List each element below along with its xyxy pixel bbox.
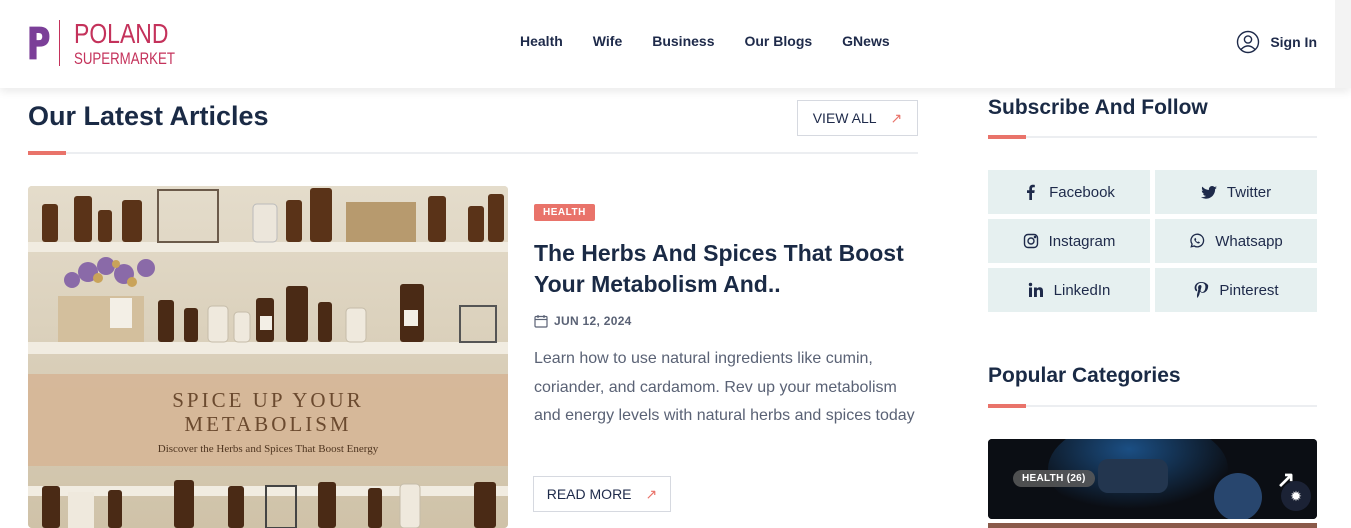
calendar-icon [534, 315, 548, 328]
category-card-health[interactable]: HEALTH (26) ↗ ✹ [988, 439, 1317, 519]
section-divider [28, 151, 918, 155]
linkedin-icon [1028, 282, 1043, 297]
read-more-button[interactable]: READ MORE ↗ [533, 476, 671, 512]
logo-line1: POLAND [73, 17, 169, 49]
article-category-badge[interactable]: HEALTH [534, 204, 595, 221]
social-whatsapp-button[interactable]: Whatsapp [1155, 219, 1317, 263]
social-label: Pinterest [1219, 281, 1279, 299]
logo-line2: SUPERMARKET [73, 48, 175, 68]
social-twitter-button[interactable]: Twitter [1155, 170, 1317, 214]
popular-categories-title: Popular Categories [988, 364, 1181, 387]
pinterest-icon [1194, 282, 1209, 298]
divider-accent [988, 404, 1026, 408]
article-image[interactable]: SPICE UP YOUR METABOLISM Discover the He… [28, 186, 508, 528]
logo-p-icon [29, 26, 50, 60]
view-all-label: VIEW ALL [812, 110, 877, 126]
arrow-up-right-icon: ↗ [890, 109, 903, 126]
nav-item-health[interactable]: Health [520, 33, 563, 49]
social-facebook-button[interactable]: Facebook [988, 170, 1150, 214]
twitter-icon [1200, 186, 1217, 199]
image-heading-line2: METABOLISM [184, 412, 351, 436]
whatsapp-icon [1190, 233, 1205, 248]
sign-in-label: Sign In [1270, 34, 1317, 50]
divider-accent [28, 151, 66, 155]
nav-item-gnews[interactable]: GNews [842, 33, 889, 49]
article-title[interactable]: The Herbs And Spices That Boost Your Met… [534, 238, 914, 300]
site-header: POLAND SUPERMARKET Health Wife Business … [0, 0, 1351, 88]
image-subheading: Discover the Herbs and Spices That Boost… [158, 443, 379, 455]
category-badge: HEALTH (26) [1013, 470, 1095, 487]
nav-item-business[interactable]: Business [652, 33, 714, 49]
next-category-card[interactable] [988, 523, 1317, 528]
spice-shelf-illustration: SPICE UP YOUR METABOLISM Discover the He… [28, 186, 508, 528]
arrow-up-right-icon: ↗ [645, 485, 658, 502]
page: POLAND SUPERMARKET Health Wife Business … [0, 0, 1351, 528]
article-excerpt: Learn how to use natural ingredients lik… [534, 350, 915, 424]
main-nav: Health Wife Business Our Blogs GNews [520, 33, 890, 49]
read-more-label: READ MORE [546, 486, 632, 502]
site-logo[interactable]: POLAND SUPERMARKET [28, 18, 203, 68]
sign-in-button[interactable]: Sign In [1236, 30, 1317, 54]
user-icon [1237, 30, 1260, 54]
nav-item-wife[interactable]: Wife [593, 33, 622, 49]
article-date-text: JUN 12, 2024 [554, 314, 632, 328]
social-label: Whatsapp [1215, 232, 1283, 250]
article-date: JUN 12, 2024 [534, 314, 632, 328]
categories-divider [988, 404, 1317, 408]
view-all-button[interactable]: VIEW ALL ↗ [797, 100, 918, 136]
logo-text: POLAND SUPERMARKET [73, 17, 203, 68]
social-label: LinkedIn [1053, 281, 1111, 299]
social-label: Instagram [1048, 232, 1116, 250]
social-instagram-button[interactable]: Instagram [988, 219, 1150, 263]
social-label: Twitter [1226, 183, 1272, 201]
gear-icon[interactable]: ✹ [1281, 481, 1311, 511]
social-grid: Facebook Twitter Instagram Whatsapp Link… [988, 170, 1317, 312]
image-heading-line1: SPICE UP YOUR [172, 388, 363, 412]
facebook-icon [1027, 184, 1035, 200]
instagram-icon [1023, 233, 1038, 249]
divider-accent [988, 135, 1026, 139]
social-label: Facebook [1049, 183, 1115, 201]
social-linkedin-button[interactable]: LinkedIn [988, 268, 1150, 312]
social-pinterest-button[interactable]: Pinterest [1155, 268, 1317, 312]
section-title: Our Latest Articles [28, 101, 269, 131]
nav-item-our-blogs[interactable]: Our Blogs [744, 33, 812, 49]
subscribe-divider [988, 135, 1317, 139]
subscribe-title: Subscribe And Follow [988, 96, 1208, 119]
logo-divider [58, 20, 60, 66]
